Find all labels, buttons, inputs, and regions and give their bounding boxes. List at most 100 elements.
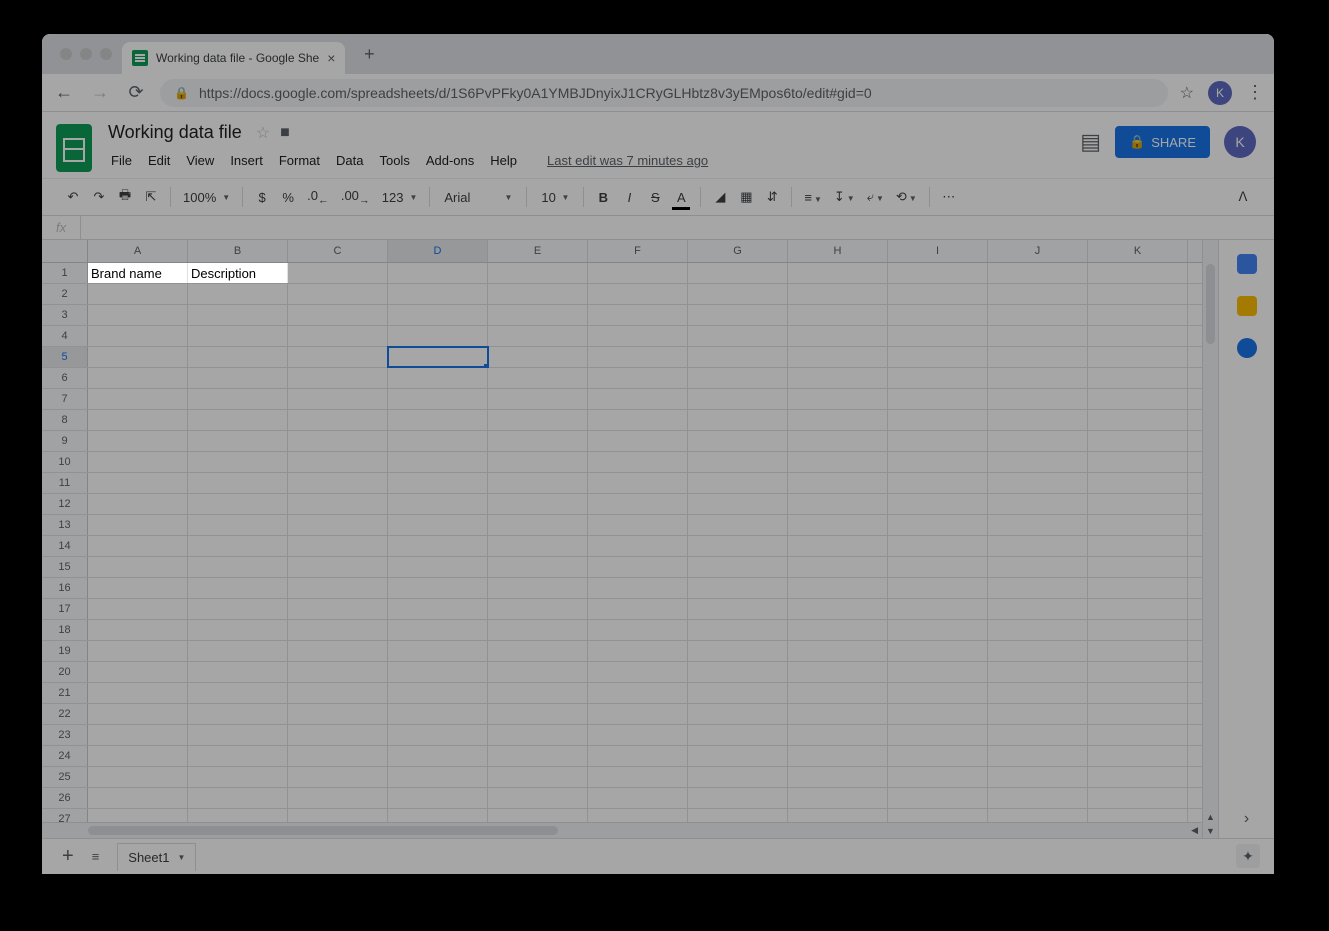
cell-A20[interactable]	[88, 662, 188, 682]
cell-A24[interactable]	[88, 746, 188, 766]
cell-G10[interactable]	[688, 452, 788, 472]
column-header-I[interactable]: I	[888, 240, 988, 262]
cell-H23[interactable]	[788, 725, 888, 745]
row-header-24[interactable]: 24	[42, 746, 88, 766]
row-header-25[interactable]: 25	[42, 767, 88, 787]
cell-H26[interactable]	[788, 788, 888, 808]
row-header-26[interactable]: 26	[42, 788, 88, 808]
row-header-8[interactable]: 8	[42, 410, 88, 430]
row-header-16[interactable]: 16	[42, 578, 88, 598]
cell-D16[interactable]	[388, 578, 488, 598]
cell-H9[interactable]	[788, 431, 888, 451]
cell-F26[interactable]	[588, 788, 688, 808]
cell-K19[interactable]	[1088, 641, 1188, 661]
cell-B22[interactable]	[188, 704, 288, 724]
cell-C11[interactable]	[288, 473, 388, 493]
row-header-6[interactable]: 6	[42, 368, 88, 388]
cell-D25[interactable]	[388, 767, 488, 787]
cell-I16[interactable]	[888, 578, 988, 598]
cell-I19[interactable]	[888, 641, 988, 661]
cell-J16[interactable]	[988, 578, 1088, 598]
cell-E3[interactable]	[488, 305, 588, 325]
cell-C19[interactable]	[288, 641, 388, 661]
cell-I17[interactable]	[888, 599, 988, 619]
menu-help[interactable]: Help	[483, 149, 524, 172]
cell-A14[interactable]	[88, 536, 188, 556]
cell-A8[interactable]	[88, 410, 188, 430]
cell-J15[interactable]	[988, 557, 1088, 577]
cell-E17[interactable]	[488, 599, 588, 619]
cell-D12[interactable]	[388, 494, 488, 514]
cell-C2[interactable]	[288, 284, 388, 304]
cell-B19[interactable]	[188, 641, 288, 661]
cell-C10[interactable]	[288, 452, 388, 472]
cell-K2[interactable]	[1088, 284, 1188, 304]
cell-F23[interactable]	[588, 725, 688, 745]
move-folder-icon[interactable]: ■	[280, 124, 290, 142]
cell-A11[interactable]	[88, 473, 188, 493]
cell-C25[interactable]	[288, 767, 388, 787]
cell-D14[interactable]	[388, 536, 488, 556]
cell-H19[interactable]	[788, 641, 888, 661]
cell-D26[interactable]	[388, 788, 488, 808]
cell-F3[interactable]	[588, 305, 688, 325]
browser-tab[interactable]: Working data file - Google She ×	[122, 42, 345, 74]
cell-K10[interactable]	[1088, 452, 1188, 472]
cell-K7[interactable]	[1088, 389, 1188, 409]
star-icon[interactable]: ☆	[256, 123, 270, 143]
calendar-icon[interactable]	[1237, 254, 1257, 274]
cell-A3[interactable]	[88, 305, 188, 325]
cell-B13[interactable]	[188, 515, 288, 535]
cell-E19[interactable]	[488, 641, 588, 661]
cell-G20[interactable]	[688, 662, 788, 682]
cell-F18[interactable]	[588, 620, 688, 640]
cell-F21[interactable]	[588, 683, 688, 703]
cell-K11[interactable]	[1088, 473, 1188, 493]
row-header-1[interactable]: 1	[42, 263, 88, 283]
cell-B8[interactable]	[188, 410, 288, 430]
cell-D22[interactable]	[388, 704, 488, 724]
cell-I26[interactable]	[888, 788, 988, 808]
menu-insert[interactable]: Insert	[223, 149, 270, 172]
cell-K15[interactable]	[1088, 557, 1188, 577]
cell-E4[interactable]	[488, 326, 588, 346]
italic-button[interactable]: I	[618, 186, 640, 209]
menu-tools[interactable]: Tools	[372, 149, 416, 172]
cell-J9[interactable]	[988, 431, 1088, 451]
cell-G19[interactable]	[688, 641, 788, 661]
cell-B2[interactable]	[188, 284, 288, 304]
menu-edit[interactable]: Edit	[141, 149, 177, 172]
cell-B11[interactable]	[188, 473, 288, 493]
cell-E12[interactable]	[488, 494, 588, 514]
column-header-C[interactable]: C	[288, 240, 388, 262]
cell-K5[interactable]	[1088, 347, 1188, 367]
cell-F20[interactable]	[588, 662, 688, 682]
cell-E5[interactable]	[488, 347, 588, 367]
cell-G18[interactable]	[688, 620, 788, 640]
cell-J2[interactable]	[988, 284, 1088, 304]
menu-file[interactable]: File	[104, 149, 139, 172]
cell-I14[interactable]	[888, 536, 988, 556]
row-header-14[interactable]: 14	[42, 536, 88, 556]
cell-A1[interactable]: Brand name	[88, 263, 188, 283]
fill-color-button[interactable]: ◢	[709, 185, 731, 209]
column-header-A[interactable]: A	[88, 240, 188, 262]
menu-format[interactable]: Format	[272, 149, 327, 172]
cell-E10[interactable]	[488, 452, 588, 472]
cell-B4[interactable]	[188, 326, 288, 346]
cell-D17[interactable]	[388, 599, 488, 619]
cell-B10[interactable]	[188, 452, 288, 472]
cell-H24[interactable]	[788, 746, 888, 766]
cell-D2[interactable]	[388, 284, 488, 304]
cell-H8[interactable]	[788, 410, 888, 430]
cell-G3[interactable]	[688, 305, 788, 325]
cell-I21[interactable]	[888, 683, 988, 703]
cell-K24[interactable]	[1088, 746, 1188, 766]
cell-C27[interactable]	[288, 809, 388, 822]
cell-J21[interactable]	[988, 683, 1088, 703]
text-color-button[interactable]: A	[670, 186, 692, 209]
cell-G1[interactable]	[688, 263, 788, 283]
cell-B12[interactable]	[188, 494, 288, 514]
cell-E24[interactable]	[488, 746, 588, 766]
row-header-21[interactable]: 21	[42, 683, 88, 703]
